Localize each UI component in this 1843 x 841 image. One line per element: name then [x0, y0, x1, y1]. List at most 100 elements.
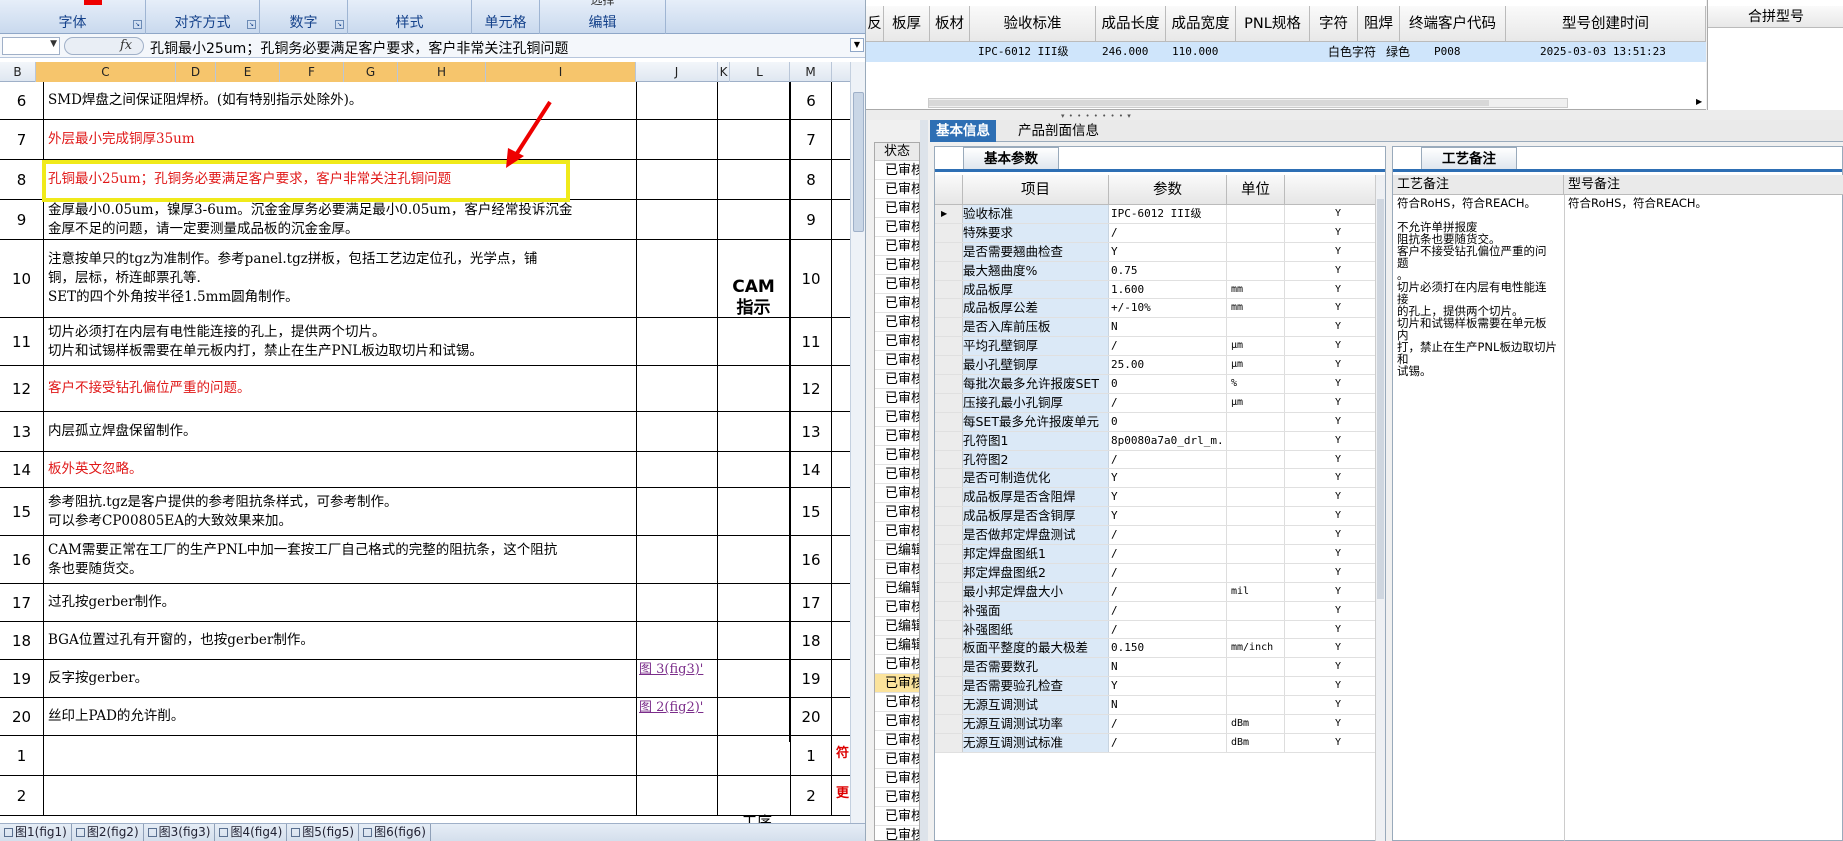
param-row[interactable]: 成品板厚 1.600 mm Y	[935, 280, 1375, 300]
cell-text[interactable]: CAM需要正常在工厂的生产PNL中加一套按工厂自己格式的完整的阻抗条，这个阻抗 …	[48, 536, 633, 583]
status-item[interactable]: 已审核	[875, 389, 919, 408]
cam-merged-cell[interactable]: CAM 指示	[718, 82, 790, 742]
row-indicator[interactable]	[935, 563, 963, 582]
status-item[interactable]: 已审核	[875, 731, 919, 750]
process-note-header[interactable]: 工艺备注	[1393, 175, 1564, 195]
fx-icon[interactable]: fx	[120, 38, 132, 53]
row-indicator[interactable]	[935, 393, 963, 412]
status-item[interactable]: 已审核	[875, 218, 919, 237]
param-row[interactable]: 邦定焊盘图纸2/ Y	[935, 563, 1375, 583]
param-row[interactable]: 邦定焊盘图纸1/ Y	[935, 545, 1375, 564]
status-item[interactable]: 已审核	[875, 237, 919, 256]
param-row[interactable]: 无源互调测试功率 / dBm Y	[935, 715, 1375, 734]
cell-j[interactable]	[636, 366, 718, 411]
column-header[interactable]: PNL规格	[1236, 6, 1310, 42]
status-header[interactable]: 状态	[875, 143, 919, 161]
param-value[interactable]: /	[1109, 620, 1227, 639]
dialog-launcher-icon[interactable]: ↘	[247, 20, 256, 29]
param-value[interactable]: /	[1109, 715, 1227, 733]
tab-product-profile[interactable]: 产品剖面信息	[1012, 120, 1105, 142]
row-indicator[interactable]	[935, 715, 963, 733]
cell-text[interactable]: 金厚最小0.05um，镍厚3-6um。沉金金厚务必要满足最小0.05um，客户经…	[48, 200, 633, 239]
splitter[interactable]: ▾ • • • • • • • ▾	[866, 110, 1843, 120]
row-indicator[interactable]	[935, 658, 963, 677]
column-header[interactable]: L	[730, 62, 790, 82]
param-row[interactable]: 是否入库前压板 N Y	[935, 318, 1375, 338]
param-value[interactable]: N	[1109, 318, 1227, 337]
param-value[interactable]: /	[1109, 733, 1227, 752]
row-indicator[interactable]	[935, 242, 963, 261]
param-row[interactable]: 平均孔壁铜厚 / μm Y	[935, 337, 1375, 357]
param-value[interactable]: 0	[1109, 375, 1227, 393]
sheet-tab-fig3[interactable]: 图3(fig3)	[144, 824, 216, 841]
param-value[interactable]: /	[1109, 450, 1227, 469]
grid-header-item[interactable]: 项目	[963, 175, 1109, 205]
row-indicator[interactable]	[935, 469, 963, 488]
param-row[interactable]: 每SET最多允许报废单元 0 Y	[935, 412, 1375, 432]
cell-j[interactable]	[636, 160, 718, 199]
row-indicator[interactable]	[935, 601, 963, 620]
cell-text[interactable]: 反字按gerber。	[48, 660, 633, 697]
column-header[interactable]: 反	[866, 6, 884, 42]
param-value[interactable]: Y	[1109, 488, 1227, 507]
column-header[interactable]: B	[0, 62, 36, 82]
status-item[interactable]: 已审核	[875, 522, 919, 541]
cell-text[interactable]: 注意按单只的tgz为准制作。参考panel.tgz拼板，包括工艺边定位孔，光学点…	[48, 240, 633, 317]
row-indicator[interactable]	[935, 375, 963, 393]
param-value[interactable]: 25.00	[1109, 356, 1227, 375]
grid-header-param[interactable]: 参数	[1109, 175, 1227, 205]
sheet-tab-fig6[interactable]: 图6(fig6)	[359, 824, 431, 841]
param-value[interactable]: 0.75	[1109, 261, 1227, 280]
scroll-thumb[interactable]	[929, 100, 1489, 106]
row-indicator[interactable]	[935, 356, 963, 375]
hyperlink-fig2[interactable]: 图 2(fig2)'	[636, 698, 718, 735]
tab-basic-params[interactable]: 基本参数	[963, 147, 1059, 169]
param-row[interactable]: 最小邦定焊盘大小 / mil Y	[935, 582, 1375, 602]
param-value[interactable]: /	[1109, 545, 1227, 563]
status-item[interactable]: 已审核	[875, 161, 919, 180]
cell-j[interactable]	[636, 82, 718, 119]
status-item[interactable]: 已审核	[875, 408, 919, 427]
row-indicator[interactable]	[935, 223, 963, 242]
param-value[interactable]: /	[1109, 337, 1227, 356]
row-indicator[interactable]	[935, 299, 963, 318]
ribbon-group-align[interactable]: 对齐方式 ↘	[146, 0, 260, 34]
param-value[interactable]: /	[1109, 393, 1227, 412]
param-value[interactable]: 0.150	[1109, 639, 1227, 658]
grid-header-unit[interactable]: 单位	[1227, 175, 1285, 205]
column-header[interactable]: 板厚	[884, 6, 930, 42]
status-item[interactable]: 已审核	[875, 446, 919, 465]
scroll-thumb[interactable]	[853, 92, 864, 232]
param-row[interactable]: 每批次最多允许报废SET 0% Y	[935, 375, 1375, 394]
column-header[interactable]: 验收标准	[970, 6, 1096, 42]
status-item[interactable]: 已审核	[875, 351, 919, 370]
param-value[interactable]: /	[1109, 563, 1227, 582]
table-row[interactable]: IPC-6012 III级 246.000 110.000 白色字符 绿色 P0…	[866, 42, 1706, 62]
status-item[interactable]: 已审核	[875, 275, 919, 294]
status-item[interactable]: 已审核	[875, 503, 919, 522]
row-indicator[interactable]	[935, 526, 963, 545]
status-item[interactable]: 已审核	[875, 769, 919, 788]
cell-text[interactable]: 参考阻抗.tgz是客户提供的参考阻抗条样式，可参考制作。 可以参考CP00805…	[48, 488, 633, 535]
param-value[interactable]: /	[1109, 223, 1227, 242]
param-row[interactable]: 压接孔最小孔铜厚 / μm Y	[935, 393, 1375, 413]
status-item[interactable]: 已审核	[875, 180, 919, 199]
status-item[interactable]: 已编辑	[875, 617, 919, 636]
expand-formula-icon[interactable]: ▼	[850, 38, 864, 52]
grid-scrollbar[interactable]	[1375, 175, 1385, 841]
cell-text[interactable]: 丝印上PAD的允许削。	[48, 698, 633, 735]
column-header[interactable]: I	[486, 62, 636, 82]
column-header[interactable]: D	[176, 62, 216, 82]
row-indicator[interactable]	[935, 582, 963, 601]
scroll-right-icon[interactable]: ▶	[1696, 97, 1702, 106]
type-note-text[interactable]: 符合RoHS，符合REACH。	[1568, 197, 1738, 209]
status-item[interactable]: 已审核	[875, 807, 919, 826]
cell-j[interactable]	[636, 120, 718, 159]
param-row[interactable]: 孔符图2/ Y	[935, 450, 1375, 470]
tab-basic-info[interactable]: 基本信息	[930, 120, 996, 142]
column-header[interactable]: 成品宽度	[1166, 6, 1236, 42]
param-row[interactable]: ▶ 验收标准 IPC-6012 III级 Y	[935, 205, 1375, 224]
cell-j[interactable]	[636, 536, 718, 583]
cell-text[interactable]: BGA位置过孔有开窗的，也按gerber制作。	[48, 622, 633, 659]
column-header[interactable]: 阻焊	[1358, 6, 1400, 42]
